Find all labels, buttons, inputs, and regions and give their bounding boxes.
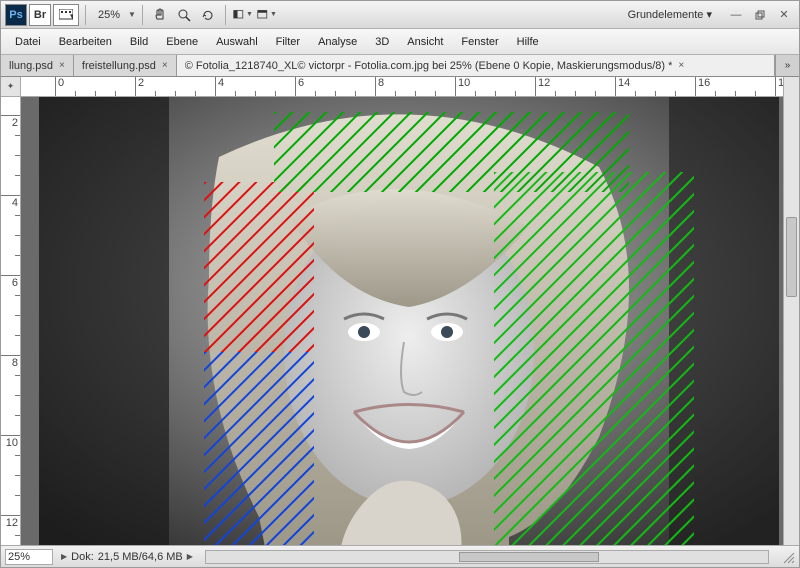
menu-auswahl[interactable]: Auswahl xyxy=(208,32,266,52)
mask-overlay-red xyxy=(204,182,314,352)
app-toolbar: Ps Br ▾ 25% ▼ ▼ ▼ Grundelemente ▾ — ✕ xyxy=(1,1,799,29)
zoom-field[interactable]: 25% xyxy=(5,549,53,565)
ruler-vertical[interactable]: 24681012 xyxy=(1,97,21,545)
menu-bar: Datei Bearbeiten Bild Ebene Auswahl Filt… xyxy=(1,29,799,55)
document-canvas[interactable] xyxy=(39,97,779,545)
workspace-selector[interactable]: Grundelemente ▾ xyxy=(617,4,723,25)
tab-label: freistellung.psd xyxy=(82,60,156,72)
mask-overlay-green xyxy=(494,172,694,545)
tab-overflow-button[interactable]: » xyxy=(775,55,799,76)
menu-bearbeiten[interactable]: Bearbeiten xyxy=(51,32,120,52)
restore-button[interactable] xyxy=(750,7,770,23)
scrollbar-thumb[interactable] xyxy=(786,217,797,297)
separator xyxy=(225,5,226,25)
close-icon[interactable]: × xyxy=(678,60,684,71)
document-tab[interactable]: freistellung.psd × xyxy=(74,55,177,76)
menu-filter[interactable]: Filter xyxy=(268,32,308,52)
resize-grip[interactable] xyxy=(781,550,795,564)
separator xyxy=(85,5,86,25)
minibridge-icon[interactable]: ▾ xyxy=(53,4,79,26)
menu-analyse[interactable]: Analyse xyxy=(310,32,365,52)
chevron-right-icon: ▶ xyxy=(61,552,67,561)
document-tab[interactable]: llung.psd × xyxy=(1,55,74,76)
chevron-right-icon: ▶ xyxy=(187,552,193,561)
menu-hilfe[interactable]: Hilfe xyxy=(509,32,547,52)
status-bar: 25% ▶ Dok: 21,5 MB/64,6 MB ▶ xyxy=(1,545,799,567)
zoom-dropdown-icon[interactable]: ▼ xyxy=(128,10,136,19)
photoshop-icon[interactable]: Ps xyxy=(5,4,27,26)
tab-label: llung.psd xyxy=(9,60,53,72)
ruler-horizontal[interactable]: 024681012141618 xyxy=(21,77,783,97)
svg-text:▾: ▾ xyxy=(70,11,73,21)
zoom-display[interactable]: 25% xyxy=(92,9,126,21)
close-icon[interactable]: × xyxy=(162,60,168,71)
menu-bild[interactable]: Bild xyxy=(122,32,156,52)
canvas-area[interactable] xyxy=(21,97,783,545)
separator xyxy=(142,5,143,25)
horizontal-scrollbar[interactable] xyxy=(205,550,769,564)
rotate-view-icon[interactable] xyxy=(197,4,219,26)
menu-fenster[interactable]: Fenster xyxy=(453,32,506,52)
menu-datei[interactable]: Datei xyxy=(7,32,49,52)
tab-label: © Fotolia_1218740_XL© victorpr - Fotolia… xyxy=(185,60,673,72)
arrange-docs-icon[interactable]: ▼ xyxy=(232,4,254,26)
menu-ebene[interactable]: Ebene xyxy=(158,32,206,52)
ruler-origin[interactable]: ✦ xyxy=(1,77,21,97)
zoom-tool-icon[interactable] xyxy=(173,4,195,26)
dok-label: Dok: xyxy=(71,551,94,563)
document-tab-active[interactable]: © Fotolia_1218740_XL© victorpr - Fotolia… xyxy=(177,55,775,76)
mask-overlay-blue xyxy=(204,352,314,545)
document-tab-bar: llung.psd × freistellung.psd × © Fotolia_1… xyxy=(1,55,799,77)
bridge-icon[interactable]: Br xyxy=(29,4,51,26)
hand-tool-icon[interactable] xyxy=(149,4,171,26)
document-size[interactable]: ▶ Dok: 21,5 MB/64,6 MB ▶ xyxy=(61,551,193,563)
menu-3d[interactable]: 3D xyxy=(367,32,397,52)
close-icon[interactable]: × xyxy=(59,60,65,71)
work-area: ✦ 024681012141618 24681012 xyxy=(1,77,799,545)
screen-mode-icon[interactable]: ▼ xyxy=(256,4,278,26)
vertical-scrollbar[interactable] xyxy=(783,77,799,545)
dok-value: 21,5 MB/64,6 MB xyxy=(98,551,183,563)
menu-ansicht[interactable]: Ansicht xyxy=(399,32,451,52)
minimize-button[interactable]: — xyxy=(726,7,746,23)
scrollbar-thumb[interactable] xyxy=(459,552,600,562)
close-button[interactable]: ✕ xyxy=(774,7,794,23)
